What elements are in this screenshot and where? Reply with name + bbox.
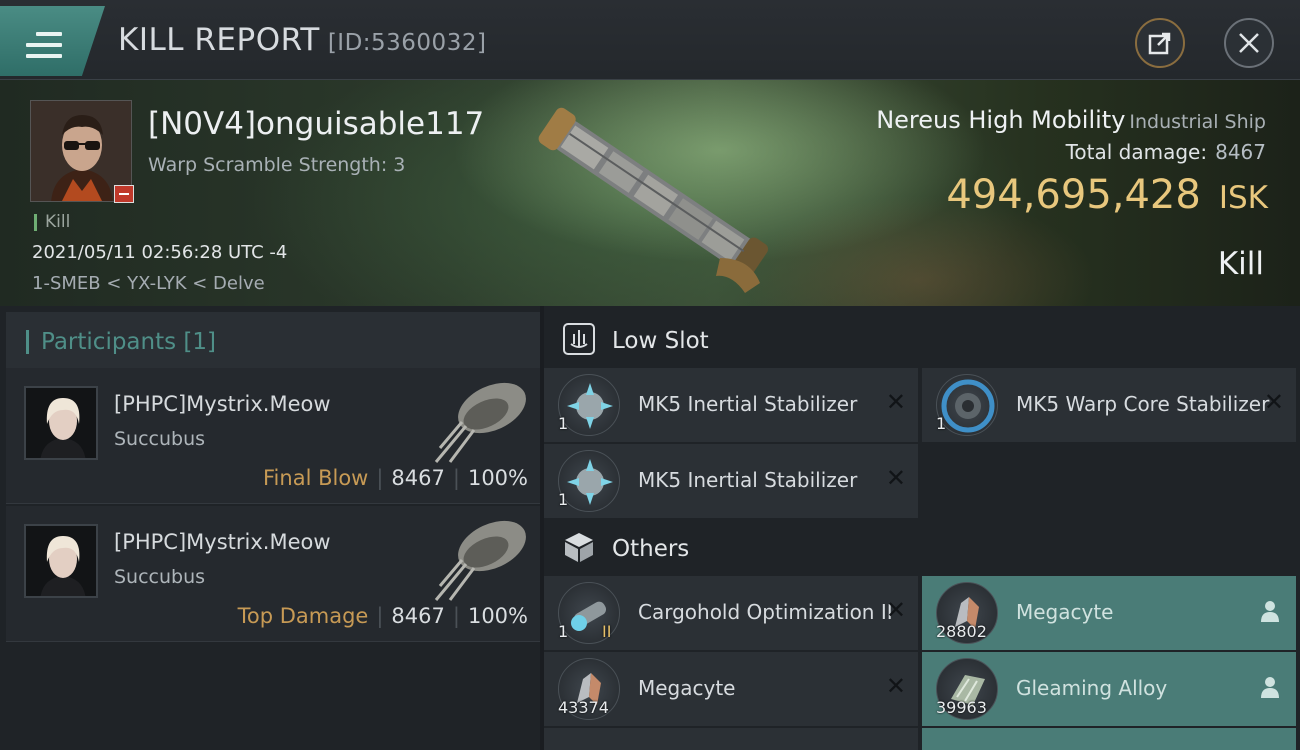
victim-ship-render bbox=[538, 107, 769, 293]
participant-stats: Top Damage | 8467 | 100% bbox=[237, 604, 528, 628]
destroyed-icon: ✕ bbox=[885, 672, 906, 700]
title-bar: KILL REPORT [ID:5360032] bbox=[0, 0, 1300, 80]
item-row[interactable]: 1 MK5 Inertial Stabilizer ✕ bbox=[544, 444, 918, 518]
participant-avatar[interactable] bbox=[24, 524, 98, 598]
participant-ship-icon[interactable] bbox=[426, 512, 536, 604]
security-status-badge bbox=[114, 185, 134, 203]
participant-row[interactable]: [PHPC]Mystrix.Meow Succubus Final Blow | 8… bbox=[6, 368, 540, 504]
participants-panel: Participants [1] [PHPC]Mystrix.Meow Succ… bbox=[0, 306, 540, 750]
item-row[interactable]: 1 II Cargohold Optimization II ✕ bbox=[544, 576, 918, 650]
ship-class: Industrial Ship bbox=[1129, 111, 1266, 133]
item-quantity: 1 bbox=[558, 490, 569, 509]
participant-name[interactable]: [PHPC]Mystrix.Meow bbox=[114, 530, 331, 554]
share-button[interactable] bbox=[1135, 18, 1185, 68]
item-quantity: 1 bbox=[558, 414, 569, 433]
participant-stats: Final Blow | 8467 | 100% bbox=[263, 466, 528, 490]
item-name: Megacyte bbox=[1016, 600, 1114, 624]
page-title: KILL REPORT [ID:5360032] bbox=[118, 22, 486, 58]
isk-amount: 494,695,428 bbox=[946, 172, 1201, 218]
item-name: Cargohold Optimization II bbox=[638, 600, 893, 624]
others-label: Others bbox=[612, 536, 690, 562]
destroyed-icon: ✕ bbox=[885, 596, 906, 624]
item-row[interactable]: 28802 Megacyte bbox=[922, 576, 1296, 650]
isk-unit: ISK bbox=[1218, 180, 1268, 216]
participant-ship: Succubus bbox=[114, 566, 206, 588]
item-quantity: 28802 bbox=[936, 622, 987, 641]
kill-id: [ID:5360032] bbox=[327, 30, 487, 56]
participants-header-label: Participants [1] bbox=[26, 330, 216, 354]
participant-name[interactable]: [PHPC]Mystrix.Meow bbox=[114, 392, 331, 416]
item-row[interactable]: 1 MK5 Inertial Stabilizer ✕ bbox=[544, 368, 918, 442]
isk-value: 494,695,428 ISK bbox=[946, 172, 1268, 218]
destroyed-icon: ✕ bbox=[885, 464, 906, 492]
kill-timestamp: 2021/05/11 02:56:28 UTC -4 bbox=[32, 242, 288, 263]
others-header: Others bbox=[544, 518, 1300, 578]
share-icon bbox=[1148, 32, 1171, 55]
item-quantity: 39963 bbox=[936, 698, 987, 717]
participant-percent: 100% bbox=[467, 604, 528, 628]
tech-level-badge: II bbox=[602, 622, 612, 641]
item-row-partial[interactable] bbox=[544, 728, 918, 750]
total-damage-label: Total damage: bbox=[1065, 140, 1208, 164]
destroyed-icon: ✕ bbox=[885, 388, 906, 416]
ship-type[interactable]: Nereus High Mobility Industrial Ship bbox=[876, 106, 1266, 134]
item-row[interactable]: 39963 Gleaming Alloy bbox=[922, 652, 1296, 726]
participant-ship: Succubus bbox=[114, 428, 206, 450]
item-name: MK5 Inertial Stabilizer bbox=[638, 468, 858, 492]
item-name: MK5 Inertial Stabilizer bbox=[638, 392, 858, 416]
item-quantity: 1 bbox=[936, 414, 947, 433]
victim-name[interactable]: [N0V4]onguisable117 bbox=[148, 106, 484, 142]
participant-percent: 100% bbox=[467, 466, 528, 490]
menu-button[interactable] bbox=[0, 6, 105, 76]
participant-ship-icon[interactable] bbox=[426, 374, 536, 466]
participant-row[interactable]: [PHPC]Mystrix.Meow Succubus Top Damage | 8… bbox=[6, 506, 540, 642]
close-icon bbox=[1239, 33, 1259, 53]
low-slot-icon bbox=[563, 323, 595, 355]
low-slot-label: Low Slot bbox=[612, 328, 709, 354]
fitting-panel: Low Slot 1 MK5 Inertial Stabilizer ✕ 1 M… bbox=[544, 306, 1300, 750]
person-icon bbox=[1261, 601, 1279, 622]
item-row[interactable]: 1 MK5 Warp Core Stabilizer ✕ bbox=[922, 368, 1296, 442]
participant-damage: 8467 bbox=[391, 466, 445, 490]
total-damage: Total damage: 8467 bbox=[1066, 140, 1266, 164]
item-row-partial[interactable] bbox=[922, 728, 1296, 750]
item-row[interactable]: 43374 Megacyte ✕ bbox=[544, 652, 918, 726]
participant-tag: Final Blow bbox=[263, 466, 369, 490]
result-label: Kill bbox=[1217, 246, 1264, 282]
item-quantity: 43374 bbox=[558, 698, 609, 717]
item-name: Megacyte bbox=[638, 676, 736, 700]
person-icon bbox=[1261, 677, 1279, 698]
low-slot-header: Low Slot bbox=[544, 310, 1300, 370]
total-damage-value: 8467 bbox=[1215, 140, 1266, 164]
participant-avatar[interactable] bbox=[24, 386, 98, 460]
ship-name: Nereus High Mobility bbox=[876, 106, 1126, 134]
kill-location[interactable]: 1-SMEB < YX-LYK < Delve bbox=[32, 273, 265, 294]
kill-tag: Kill bbox=[34, 214, 70, 231]
item-name: MK5 Warp Core Stabilizer bbox=[1016, 392, 1270, 416]
page-title-text: KILL REPORT bbox=[118, 22, 320, 58]
warp-scramble-strength: Warp Scramble Strength: 3 bbox=[148, 154, 406, 176]
destroyed-icon: ✕ bbox=[1263, 388, 1284, 416]
item-quantity: 1 bbox=[558, 622, 569, 641]
victim-banner: [N0V4]onguisable117 Warp Scramble Streng… bbox=[0, 80, 1300, 306]
hamburger-menu-icon[interactable] bbox=[26, 32, 62, 58]
cargo-box-icon bbox=[565, 533, 593, 562]
close-button[interactable] bbox=[1224, 18, 1274, 68]
participants-header: Participants [1] bbox=[6, 312, 540, 372]
item-name: Gleaming Alloy bbox=[1016, 676, 1168, 700]
participant-tag: Top Damage bbox=[237, 604, 369, 628]
participant-damage: 8467 bbox=[391, 604, 445, 628]
